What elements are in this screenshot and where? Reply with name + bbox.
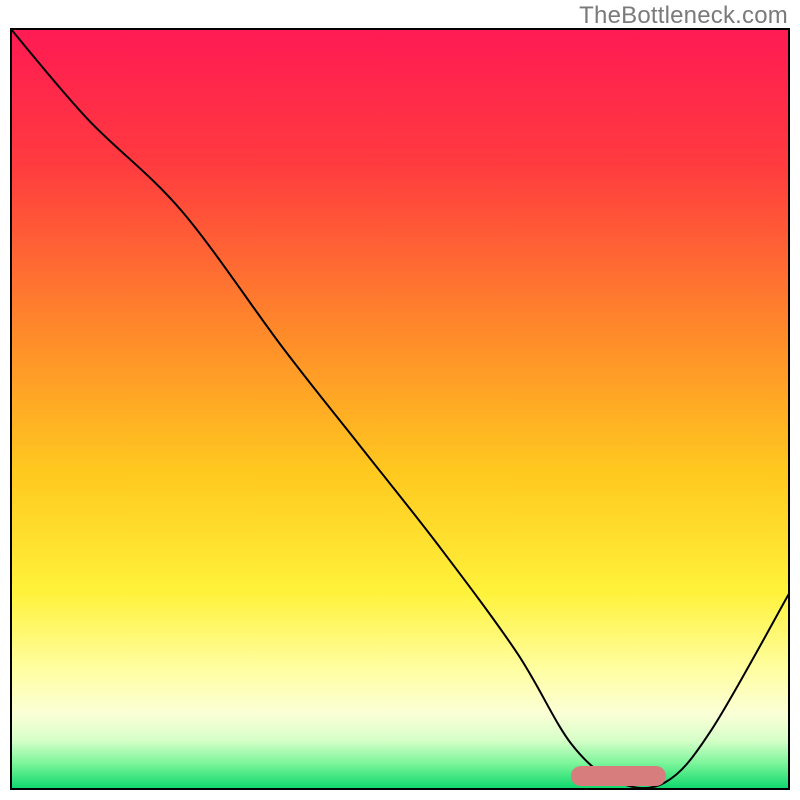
chart-frame — [10, 28, 790, 790]
optimum-range-marker — [571, 766, 665, 786]
bottleneck-curve — [10, 28, 790, 790]
attribution-text: TheBottleneck.com — [579, 2, 788, 30]
